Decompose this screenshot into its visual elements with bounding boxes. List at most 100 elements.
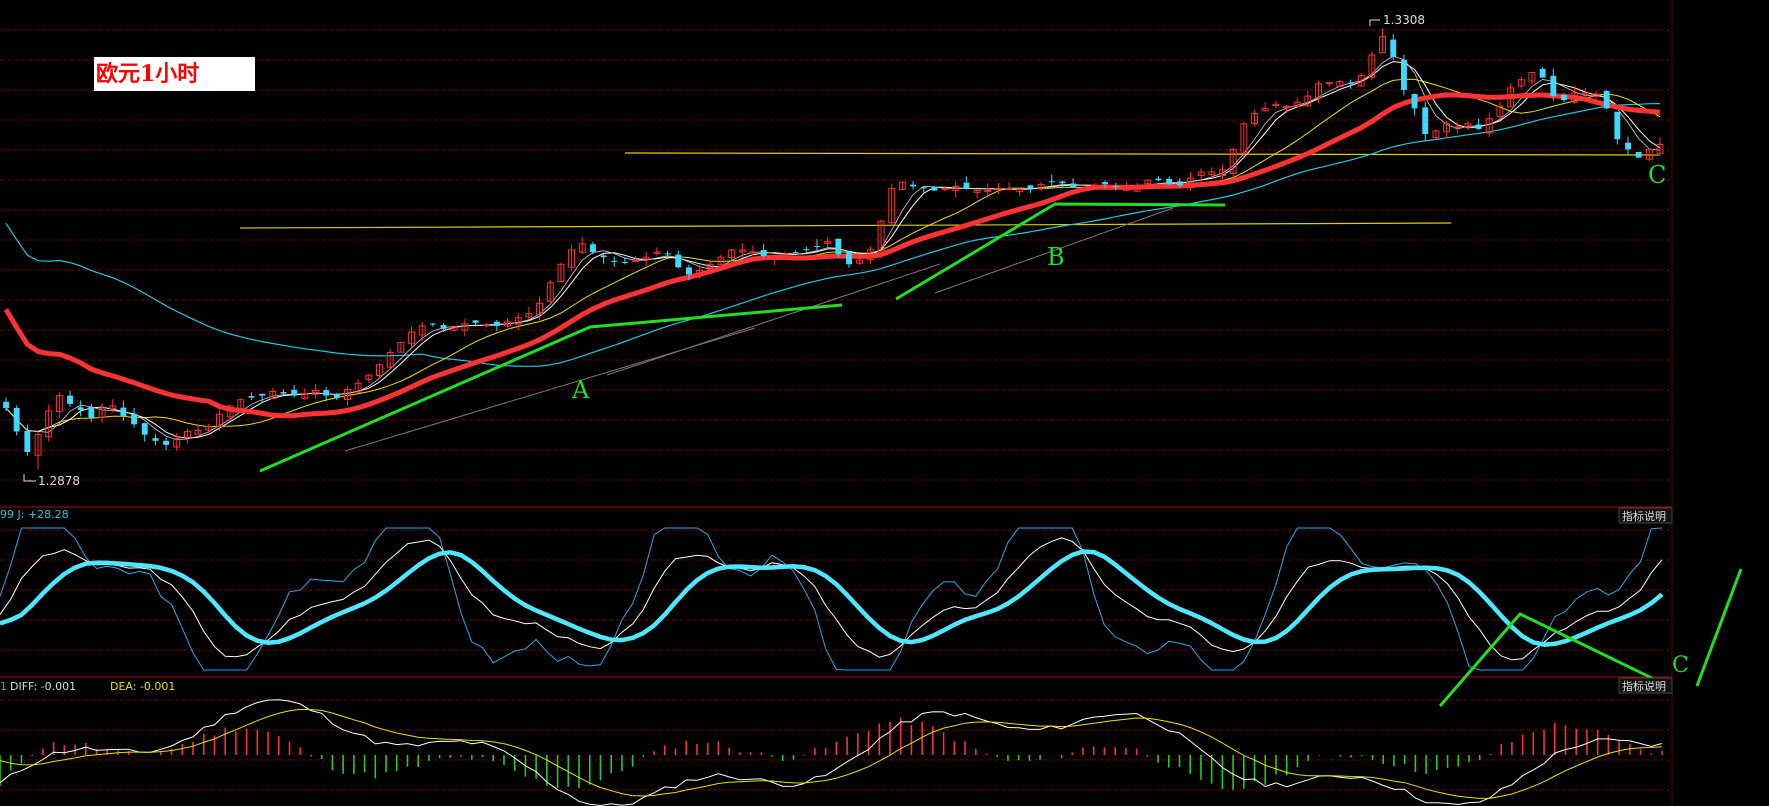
candle-body-down <box>792 251 799 253</box>
candle-body-down <box>1166 178 1173 185</box>
candle-body-down <box>493 321 500 326</box>
annotation-label: A <box>571 376 590 404</box>
candle-body-down <box>1059 181 1066 184</box>
candle-body-down <box>323 390 330 396</box>
candle-body-up <box>1453 126 1461 129</box>
candle-body-down <box>846 252 852 265</box>
candle-body-down <box>440 325 447 329</box>
candle-body-down <box>13 408 20 432</box>
candle-body-down <box>1390 39 1397 58</box>
macd-panel: 1 DIFF: -0.001 DEA: -0.001 指标说明 <box>0 677 1673 806</box>
candle-body-up <box>1283 105 1290 108</box>
candle-body-down <box>814 246 820 248</box>
kdj-line-k <box>0 537 1663 661</box>
high-price-label: 1.3308 <box>1383 13 1425 27</box>
candle-body-down <box>429 323 436 325</box>
candle-body-down <box>920 187 927 189</box>
chart-title: 欧元1小时 <box>94 57 255 91</box>
candle-body-down <box>1603 90 1610 109</box>
candle-body-down <box>152 438 159 441</box>
candle-body-down <box>1411 94 1418 109</box>
macd-dea-line <box>0 708 1663 799</box>
candle-body-down <box>1614 111 1621 140</box>
candle-body-down <box>1539 68 1546 78</box>
candle-body-up <box>749 251 757 254</box>
candle-body-down <box>590 244 596 252</box>
candle-body-down <box>835 238 842 255</box>
candle-body-down <box>1155 178 1162 181</box>
candle-body-down <box>77 407 84 410</box>
macd-diff-label: DIFF: -0.001 <box>10 680 76 693</box>
candle-body-down <box>1070 183 1077 188</box>
candle-body-down <box>1625 142 1631 150</box>
moving-averages <box>3 55 1661 441</box>
candle-body-down <box>611 260 618 262</box>
candle-body-down <box>291 389 298 396</box>
candle-body-down <box>1027 185 1034 189</box>
candle-body-down <box>803 249 810 251</box>
candle-body-down <box>3 401 9 408</box>
candle-body-down <box>675 254 682 268</box>
horizontal-level-line <box>239 222 1452 229</box>
kdj-line-d-thick <box>0 549 1664 647</box>
candle-body-down <box>120 407 127 417</box>
candle-body-down <box>472 320 479 323</box>
low-price-label: 1.2878 <box>38 474 80 488</box>
candle-body-down <box>760 250 767 257</box>
trend-annotations-back <box>239 152 1661 452</box>
candle-body-up <box>632 259 640 262</box>
candle-body-down <box>1635 152 1642 158</box>
annotation-label: B <box>1047 243 1065 271</box>
candle-body-down <box>1048 181 1055 183</box>
indicator-help-label: 指标说明 <box>1622 679 1666 693</box>
candle-body-down <box>963 182 970 189</box>
candle-body-down <box>686 267 692 275</box>
candle-body-down <box>1422 107 1429 135</box>
candle-body-down <box>1347 82 1354 84</box>
kdj-panel: 99 J: +28.28 指标说明 C <box>0 507 1743 707</box>
kdj-trendline-right <box>1695 568 1743 687</box>
candle-body-down <box>1112 186 1119 188</box>
channel-line <box>606 263 941 376</box>
price-grid <box>0 0 1673 806</box>
candle-body-down <box>931 186 938 191</box>
ma-line-cyan <box>5 103 1661 367</box>
candle-body-down <box>1475 124 1482 129</box>
candle-body-down <box>163 440 169 445</box>
candle-body-down <box>1550 75 1557 96</box>
trend-annotations: A B C <box>259 161 1666 473</box>
candle-body-down <box>67 395 73 404</box>
kdj-annotation-label: C <box>1672 653 1689 678</box>
chart-canvas: A B C 99 J: +28.28 指标说明 C 1 DIFF: -0.001 DEA: … <box>0 0 1743 806</box>
candle-body-up <box>1091 184 1098 187</box>
indicator-help-label: 指标说明 <box>1622 509 1666 523</box>
candle-body-down <box>280 392 287 394</box>
candle-body-down <box>1401 59 1407 90</box>
macd-diff-line <box>0 699 1663 806</box>
candle-body-down <box>600 255 607 258</box>
candle-body-down <box>88 406 95 419</box>
candle-body-down <box>333 394 340 398</box>
candle-body-up <box>941 187 949 190</box>
kdj-line-j <box>0 527 1663 671</box>
candle-body-down <box>1102 182 1109 185</box>
horizontal-level-line <box>624 152 1661 156</box>
candle-body-down <box>248 396 255 398</box>
candle-body-up <box>482 324 490 327</box>
annotation-label: C <box>1648 161 1666 189</box>
candle-body-down <box>664 253 671 255</box>
candle-body-up <box>1005 187 1013 190</box>
candle-body-down <box>622 262 628 263</box>
ma-line-white <box>5 61 1661 439</box>
candle-body-down <box>1561 94 1567 101</box>
candle-body-down <box>141 423 148 435</box>
candle-body-down <box>910 184 916 187</box>
macd-label-prefix: 1 <box>0 680 7 693</box>
macd-dea-label: DEA: -0.001 <box>110 680 175 693</box>
candle-body-down <box>131 413 137 425</box>
kdj-value-label: 99 J: +28.28 <box>0 508 69 521</box>
candle-body-down <box>1176 181 1183 186</box>
candle-body-down <box>259 393 266 396</box>
ma-line-gray <box>5 55 1661 441</box>
candle-body-down <box>24 431 31 452</box>
